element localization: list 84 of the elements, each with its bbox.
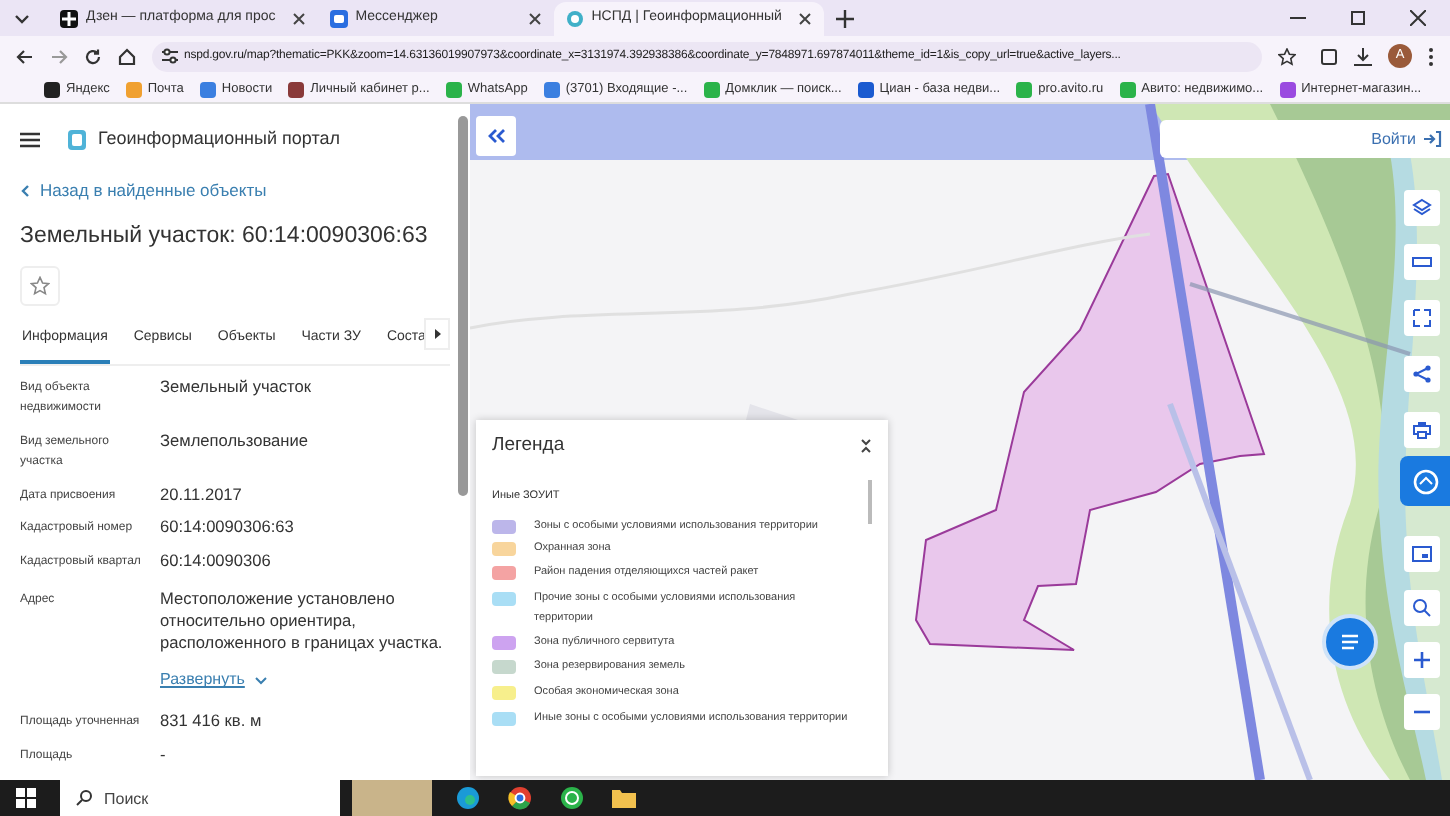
close-icon[interactable] bbox=[291, 11, 306, 25]
search-location-icon bbox=[1412, 598, 1432, 618]
new-tab-icon[interactable] bbox=[835, 9, 854, 27]
whatsapp-icon[interactable] bbox=[560, 786, 584, 810]
bookmark-favicon-icon bbox=[543, 81, 560, 97]
field-value: Местоположение установлено относительно ориентира, расположенного в границах участка. bbox=[160, 588, 445, 653]
select-area-icon bbox=[1412, 308, 1432, 328]
select-area-button[interactable] bbox=[1404, 300, 1440, 336]
zoom-out-button[interactable] bbox=[1404, 694, 1440, 730]
home-icon[interactable] bbox=[118, 47, 136, 65]
field-value: 60:14:0090306 bbox=[160, 549, 271, 571]
folder-icon[interactable] bbox=[612, 788, 636, 808]
bookmark-favicon-icon bbox=[125, 81, 142, 97]
login-button[interactable]: Войти bbox=[1160, 120, 1450, 158]
bookmark-favicon-icon bbox=[288, 81, 305, 97]
field-value: 831 416 кв. м bbox=[160, 710, 262, 733]
extensions-icon[interactable] bbox=[1320, 47, 1338, 65]
start-icon[interactable] bbox=[16, 788, 36, 808]
parcel-title: Земельный участок: 60:14:0090306:63 bbox=[20, 221, 430, 252]
chevron-right-icon bbox=[433, 328, 441, 340]
support-chat-button[interactable] bbox=[1400, 456, 1450, 506]
field-value: 60:14:0090306:63 bbox=[160, 516, 294, 538]
tab-favicon-icon bbox=[565, 9, 584, 27]
star-icon bbox=[30, 276, 50, 296]
bookmark-favicon-icon bbox=[445, 81, 462, 97]
share-icon bbox=[1412, 364, 1432, 384]
favorite-button[interactable] bbox=[20, 266, 60, 306]
forward-icon[interactable] bbox=[50, 47, 68, 65]
scrollbar-thumb[interactable] bbox=[458, 116, 468, 496]
chrome-icon[interactable] bbox=[508, 786, 532, 810]
field-value: Земельный участок bbox=[160, 375, 312, 397]
close-icon[interactable] bbox=[1410, 10, 1426, 26]
zoom-in-button[interactable] bbox=[1404, 642, 1440, 678]
next-tabs-button[interactable] bbox=[424, 318, 450, 350]
legend-title: Легенда bbox=[492, 432, 565, 460]
field-value: - bbox=[160, 743, 166, 766]
edge-icon[interactable] bbox=[456, 786, 480, 810]
maximize-icon[interactable] bbox=[1350, 10, 1366, 26]
download-icon[interactable] bbox=[1354, 47, 1372, 65]
minimap-button[interactable] bbox=[1404, 536, 1440, 572]
expand-link[interactable]: Развернуть bbox=[160, 668, 269, 693]
scrollbar-thumb[interactable] bbox=[868, 480, 872, 524]
bookmark-favicon-icon bbox=[1279, 81, 1296, 97]
back-icon[interactable] bbox=[16, 47, 34, 65]
tab-favicon-icon bbox=[329, 9, 348, 27]
print-button[interactable] bbox=[1404, 412, 1440, 448]
field-value: Землепользование bbox=[160, 429, 308, 451]
close-icon[interactable] bbox=[527, 11, 542, 25]
bookmark-favicon-icon bbox=[1119, 81, 1136, 97]
layers-button[interactable] bbox=[1404, 190, 1440, 226]
message-icon bbox=[1338, 632, 1362, 652]
double-chevron-left-icon bbox=[486, 128, 506, 144]
bookmark-favicon-icon bbox=[857, 81, 874, 97]
bookmark-favicon-icon bbox=[703, 81, 720, 97]
ruler-icon bbox=[1412, 252, 1432, 272]
site-settings-icon[interactable] bbox=[162, 48, 178, 64]
back-link[interactable]: Назад в найденные объекты bbox=[20, 178, 267, 204]
reload-icon[interactable] bbox=[84, 47, 102, 65]
close-icon[interactable] bbox=[797, 11, 812, 25]
chevron-down-icon bbox=[254, 675, 269, 686]
tab-favicon-icon bbox=[60, 9, 78, 27]
more-icon[interactable] bbox=[1428, 47, 1434, 65]
photo-placeholder bbox=[352, 780, 432, 816]
print-icon bbox=[1412, 420, 1432, 440]
layers-icon bbox=[1412, 198, 1432, 218]
bookmark-favicon-icon bbox=[1016, 81, 1033, 97]
share-button[interactable] bbox=[1404, 356, 1440, 392]
portal-logo-icon bbox=[68, 130, 86, 150]
bookmark-favicon-icon bbox=[199, 81, 216, 97]
bookmark-favicon-icon bbox=[44, 81, 60, 97]
minimap-icon bbox=[1412, 544, 1432, 564]
search-icon bbox=[76, 790, 92, 806]
login-icon bbox=[1424, 130, 1442, 148]
ruler-button[interactable] bbox=[1404, 244, 1440, 280]
chevron-left-icon bbox=[20, 183, 30, 198]
search-location-button[interactable] bbox=[1404, 590, 1440, 626]
taskbar-search-field[interactable]: Поиск bbox=[60, 780, 340, 816]
collapse-panel-button[interactable] bbox=[476, 116, 516, 156]
zoom-in-icon bbox=[1412, 650, 1432, 670]
menu-icon[interactable] bbox=[20, 132, 40, 148]
collapse-icon[interactable] bbox=[860, 438, 872, 455]
portal-title: Геоинформационный портал bbox=[98, 126, 340, 153]
bookmark-star-icon[interactable] bbox=[1278, 47, 1296, 65]
field-value: 20.11.2017 bbox=[160, 483, 242, 505]
